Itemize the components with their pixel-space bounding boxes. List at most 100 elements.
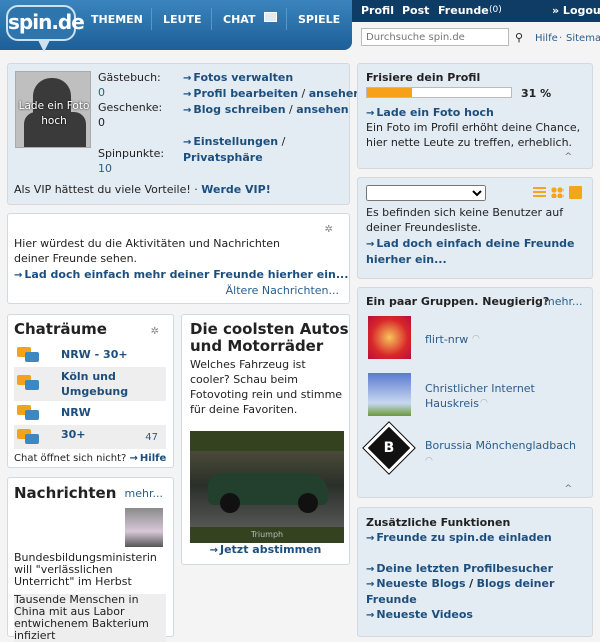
- tab-themen[interactable]: THEMEN: [91, 12, 143, 27]
- activity-box: ✲ Hier würdest du die Aktivitäten und Na…: [7, 213, 350, 304]
- chatroom-item[interactable]: NRW - 30+: [14, 343, 166, 367]
- chatroom-name[interactable]: NRW: [61, 405, 91, 420]
- vip-text: Als VIP hättest du viele Vorteile! ·: [14, 183, 198, 196]
- view-profile-link[interactable]: ansehen: [309, 87, 361, 100]
- settings-link[interactable]: Einstellungen: [193, 135, 278, 148]
- fotovoting-text: Welches Fahrzeug ist cooler? Schau beim …: [190, 358, 343, 416]
- activity-gauge-icon: ◠: [480, 398, 488, 408]
- list-view-icon[interactable]: [533, 187, 546, 198]
- chat-bubbles-icon: [17, 405, 41, 422]
- profile-box: Lade ein Foto hoch Gästebuch: 0 Geschenk…: [7, 63, 361, 205]
- chat-bubbles-icon: [17, 375, 41, 392]
- news-item[interactable]: Bundesbildungsministerin will "verlässli…: [14, 552, 164, 588]
- chatroom-item[interactable]: Köln und Umgebung: [14, 367, 166, 401]
- photo-caption: Triumph: [250, 530, 284, 539]
- progress-title: Frisiere dein Profil: [366, 71, 481, 84]
- help-link[interactable]: Hilfe: [535, 31, 558, 46]
- chat-bubbles-icon: [17, 347, 41, 364]
- chatroom-name[interactable]: 30+: [61, 427, 86, 442]
- edit-profile-link[interactable]: Profil bearbeiten: [193, 87, 298, 100]
- chatroom-name[interactable]: Köln und Umgebung: [61, 369, 151, 399]
- chatroom-name[interactable]: NRW - 30+: [61, 347, 128, 362]
- upload-photo-link[interactable]: Lade ein Foto hoch: [376, 106, 494, 119]
- gear-icon[interactable]: ✲: [325, 222, 333, 237]
- friends-count: (0): [489, 5, 502, 15]
- groups-box: Ein paar Gruppen. Neugierig? mehr... fli…: [357, 287, 593, 498]
- privacy-link[interactable]: Privatsphäre: [183, 151, 263, 164]
- profile-progress-box: Frisiere dein Profil 31 % → Lade ein Foto…: [357, 63, 593, 169]
- fotovoting-box: Die coolsten Autos und Motorräder Welche…: [181, 314, 350, 565]
- invite-to-spin-link[interactable]: Freunde zu spin.de einladen: [376, 531, 551, 544]
- manage-photos-link[interactable]: Fotos verwalten: [193, 71, 293, 84]
- sitemap-link[interactable]: Sitemap: [566, 31, 600, 46]
- newest-videos-link[interactable]: Neueste Videos: [376, 608, 473, 621]
- groups-title: Ein paar Gruppen. Neugierig?: [366, 295, 550, 308]
- chatroom-user-count: 47: [145, 432, 158, 443]
- activity-text: Hier würdest du die Aktivitäten und Nach…: [14, 237, 280, 265]
- news-item[interactable]: Tausende Menschen in China mit aus Labor…: [14, 594, 166, 642]
- chatrooms-title: Chaträume: [14, 320, 107, 338]
- user-nav: Profil Post Freunde (0) » Logout: [352, 0, 600, 22]
- group-name[interactable]: flirt-nrw: [425, 332, 468, 347]
- vote-now-link[interactable]: Jetzt abstimmen: [220, 543, 321, 556]
- activity-gauge-icon: ◠: [425, 456, 433, 466]
- profile-photo-placeholder[interactable]: Lade ein Foto hoch: [15, 71, 91, 148]
- group-image[interactable]: [368, 316, 411, 359]
- news-more-link[interactable]: mehr...: [125, 486, 163, 501]
- search-input[interactable]: [361, 28, 509, 46]
- group-name[interactable]: Borussia Mönchengladbach: [425, 438, 576, 453]
- write-blog-link[interactable]: Blog schreiben: [193, 103, 285, 116]
- newest-blogs-link[interactable]: Neueste Blogs: [376, 577, 465, 590]
- divider: [286, 8, 287, 30]
- friends-empty-text: Es befinden sich keine Benutzer auf dein…: [366, 206, 564, 234]
- nav-profil[interactable]: Profil: [361, 3, 394, 18]
- gear-icon[interactable]: ✲: [151, 324, 159, 339]
- news-box: Nachrichten mehr... Bundesbildungsminist…: [7, 477, 174, 642]
- car-photo[interactable]: Triumph: [190, 431, 344, 543]
- friends-filter-select[interactable]: [366, 185, 486, 201]
- gifts-label: Geschenke:: [98, 101, 163, 114]
- large-view-icon[interactable]: [569, 186, 582, 199]
- upload-photo-label: Lade ein Foto hoch: [18, 100, 90, 127]
- extra-title: Zusätzliche Funktionen: [366, 516, 511, 529]
- group-image[interactable]: [368, 373, 411, 416]
- invite-friends-link[interactable]: Lad doch einfach mehr deiner Freunde hie…: [24, 268, 348, 281]
- divider: [211, 8, 212, 30]
- monitor-icon: [264, 12, 277, 22]
- group-name[interactable]: Christlicher Internet Hauskreis: [425, 381, 585, 411]
- tab-chat[interactable]: CHAT: [223, 12, 255, 27]
- main-nav: spin.de THEMEN LEUTE CHAT SPIELE: [0, 0, 352, 52]
- view-blog-link[interactable]: ansehen: [296, 103, 348, 116]
- nav-freunde[interactable]: Freunde: [438, 3, 489, 18]
- fotovoting-title: Die coolsten Autos und Motorräder: [190, 320, 349, 355]
- chatrooms-box: Chaträume ✲ NRW - 30+ Köln und Umgebung …: [7, 314, 174, 468]
- chatroom-item[interactable]: NRW: [14, 401, 166, 425]
- chat-help-text: Chat öffnet sich nicht?: [14, 453, 127, 464]
- tab-spiele[interactable]: SPIELE: [298, 12, 340, 27]
- spin-logo[interactable]: spin.de: [6, 5, 85, 52]
- profile-visitors-link[interactable]: Deine letzten Profilbesucher: [376, 562, 553, 575]
- guestbook-label: Gästebuch:: [98, 71, 161, 84]
- collapse-icon[interactable]: ^: [564, 150, 572, 165]
- older-news-link[interactable]: Ältere Nachrichten...: [226, 283, 339, 298]
- chat-help-link[interactable]: Hilfe: [140, 453, 166, 464]
- news-title: Nachrichten: [14, 484, 117, 502]
- gifts-count: 0: [98, 116, 105, 129]
- activity-gauge-icon: ◠: [472, 334, 480, 344]
- tab-leute[interactable]: LEUTE: [163, 12, 201, 27]
- grid-view-icon[interactable]: [551, 187, 564, 198]
- logout-link[interactable]: » Logout: [552, 3, 600, 18]
- points-count[interactable]: 10: [98, 161, 183, 176]
- guestbook-count[interactable]: 0: [98, 85, 183, 100]
- news-thumbnail[interactable]: [125, 508, 163, 547]
- collapse-icon[interactable]: ^: [564, 482, 572, 497]
- nav-post[interactable]: Post: [402, 3, 429, 18]
- invite-friends-link[interactable]: Lad doch einfach deine Freunde hierher e…: [366, 237, 575, 266]
- progress-percent: 31 %: [521, 87, 552, 100]
- search-icon[interactable]: ⚲: [515, 30, 523, 45]
- become-vip-link[interactable]: Werde VIP!: [201, 183, 270, 196]
- friends-box: Es befinden sich keine Benutzer auf dein…: [357, 177, 593, 279]
- profile-progress-bar: [366, 87, 512, 98]
- groups-more-link[interactable]: mehr...: [544, 294, 582, 309]
- chatroom-item[interactable]: 30+ 47: [14, 425, 166, 449]
